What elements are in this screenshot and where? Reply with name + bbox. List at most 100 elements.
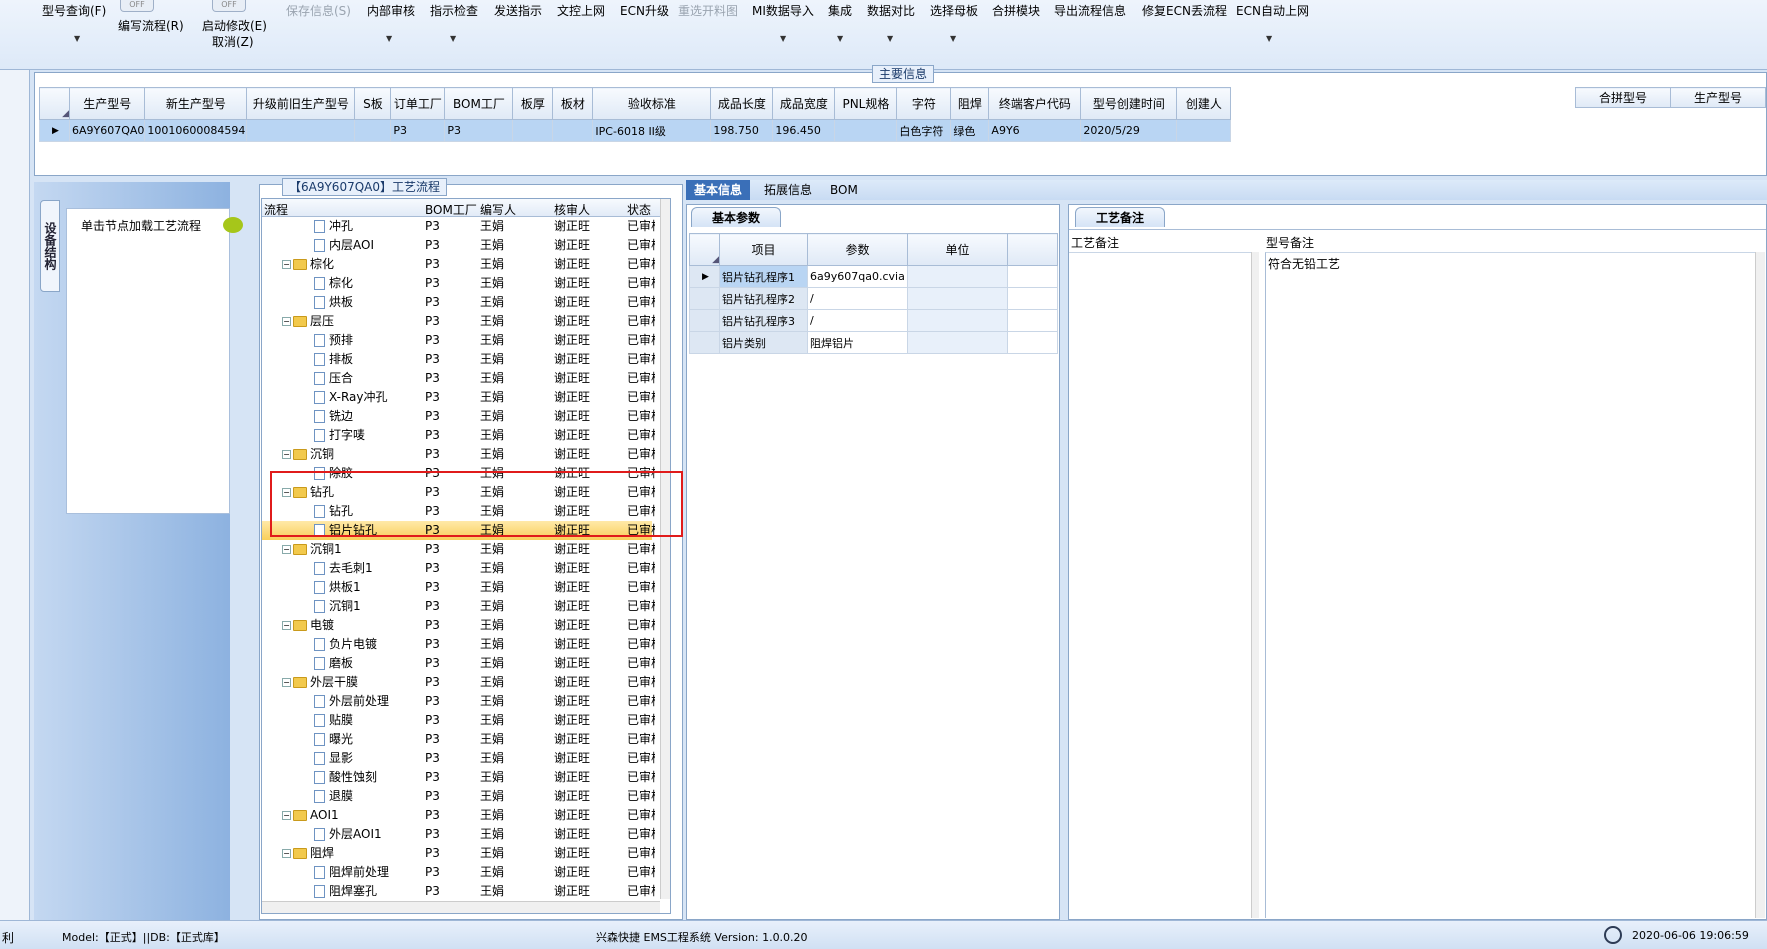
process-note-textarea[interactable] <box>1069 252 1259 918</box>
toolbar-model-query[interactable]: 型号查询(F) <box>42 2 106 19</box>
tree-leaf-node[interactable]: 外层AOI1 P3 王娟 谢正旺 已审核 <box>262 825 655 844</box>
tree-folder-node[interactable]: − AOI1 P3 王娟 谢正旺 已审核 <box>262 806 655 825</box>
column-header[interactable]: 参数 <box>807 233 908 266</box>
tree-leaf-node[interactable]: 去毛刺1 P3 王娟 谢正旺 已审核 <box>262 559 655 578</box>
chevron-down-icon[interactable]: ▼ <box>887 34 893 43</box>
toolbar-write-flow[interactable]: 编写流程(R) <box>118 17 184 34</box>
tree-leaf-node[interactable]: 冲孔 P3 王娟 谢正旺 已审核 <box>262 217 655 236</box>
column-header[interactable]: 单位 <box>907 233 1008 266</box>
table-cell[interactable]: IPC-6018 II级 <box>592 119 712 142</box>
column-header[interactable]: BOM工厂 <box>444 87 514 120</box>
table-cell[interactable] <box>1176 119 1232 142</box>
toolbar-ecn-auto-online[interactable]: ECN自动上网 <box>1236 2 1309 19</box>
tree-header-cell[interactable]: BOM工厂 <box>425 201 477 218</box>
param-unit[interactable] <box>907 287 1008 310</box>
param-item[interactable]: 铝片钻孔程序1 <box>719 265 808 288</box>
column-header[interactable]: 生产型号 <box>68 87 146 120</box>
toolbar-select-mother-board[interactable]: 选择母板 <box>930 2 978 19</box>
tree-folder-node[interactable]: − 沉铜1 P3 王娟 谢正旺 已审核 <box>262 540 655 559</box>
tab-extended-info[interactable]: 拓展信息 <box>756 180 820 200</box>
column-header[interactable]: PNL规格 <box>834 87 898 120</box>
tree-leaf-node[interactable]: X-Ray冲孔 P3 王娟 谢正旺 已审核 <box>262 388 655 407</box>
toolbar-internal-audit[interactable]: 内部审核 <box>367 2 415 19</box>
toggle-switch[interactable]: OFF <box>120 0 154 12</box>
table-cell[interactable]: P3 <box>390 119 446 142</box>
tree-leaf-node[interactable]: 排板 P3 王娟 谢正旺 已审核 <box>262 350 655 369</box>
column-header[interactable]: 板材 <box>552 87 594 120</box>
toolbar-instruction-check[interactable]: 指示检查 <box>430 2 478 19</box>
table-cell[interactable]: 196.450 <box>772 119 836 142</box>
tree-header-cell[interactable]: 核审人 <box>554 201 590 218</box>
toolbar-export-flow[interactable]: 导出流程信息 <box>1054 2 1126 19</box>
toolbar-merge-module[interactable]: 合拼模块 <box>992 2 1040 19</box>
toolbar-save-info[interactable]: 保存信息(S) <box>286 2 351 19</box>
note-scrollbar[interactable] <box>1251 252 1259 918</box>
tree-leaf-node[interactable]: 沉铜1 P3 王娟 谢正旺 已审核 <box>262 597 655 616</box>
chevron-down-icon[interactable]: ▼ <box>386 34 392 43</box>
table-cell[interactable]: A9Y6 <box>988 119 1082 142</box>
toggle-switch[interactable]: OFF <box>212 0 246 12</box>
column-header[interactable]: 合拼型号 <box>1575 87 1671 108</box>
column-header[interactable]: 创建人 <box>1176 87 1232 120</box>
column-header[interactable]: 升级前旧生产型号 <box>246 87 356 120</box>
tree-horizontal-scrollbar[interactable] <box>262 901 660 913</box>
tree-leaf-node[interactable]: 打字唛 P3 王娟 谢正旺 已审核 <box>262 426 655 445</box>
tree-header-cell[interactable]: 流程 <box>264 201 288 218</box>
chevron-down-icon[interactable]: ▼ <box>950 34 956 43</box>
tree-leaf-node[interactable]: 烘板 P3 王娟 谢正旺 已审核 <box>262 293 655 312</box>
tree-leaf-node[interactable]: 负片电镀 P3 王娟 谢正旺 已审核 <box>262 635 655 654</box>
column-header[interactable]: 验收标准 <box>592 87 712 120</box>
expand-toggle-icon[interactable]: − <box>282 811 291 820</box>
expand-toggle-icon[interactable]: − <box>282 260 291 269</box>
tree-header-cell[interactable]: 状态 <box>627 201 651 218</box>
tree-folder-node[interactable]: − 棕化 P3 王娟 谢正旺 已审核 <box>262 255 655 274</box>
tree-leaf-node[interactable]: 显影 P3 王娟 谢正旺 已审核 <box>262 749 655 768</box>
tree-folder-node[interactable]: − 沉铜 P3 王娟 谢正旺 已审核 <box>262 445 655 464</box>
expand-toggle-icon[interactable]: − <box>282 849 291 858</box>
tree-leaf-node[interactable]: 棕化 P3 王娟 谢正旺 已审核 <box>262 274 655 293</box>
column-header[interactable]: 项目 <box>719 233 808 266</box>
table-row[interactable]: ▶ 6A9Y607QA0 10010600084594 P3 P3 IPC-60… <box>39 119 1232 142</box>
param-item[interactable]: 铝片钻孔程序3 <box>719 309 808 332</box>
toolbar-integrate[interactable]: 集成 <box>828 2 852 19</box>
table-row[interactable]: ▶ 铝片钻孔程序1 6a9y607qa0.cvia <box>689 265 1058 288</box>
toolbar-repair-ecn[interactable]: 修复ECN丢流程 <box>1142 2 1227 19</box>
column-header[interactable]: 成品长度 <box>710 87 774 120</box>
expand-toggle-icon[interactable]: − <box>282 545 291 554</box>
tree-leaf-node[interactable]: 磨板 P3 王娟 谢正旺 已审核 <box>262 654 655 673</box>
tree-folder-node[interactable]: − 外层干膜 P3 王娟 谢正旺 已审核 <box>262 673 655 692</box>
param-value[interactable]: 6a9y607qa0.cvia <box>807 265 908 288</box>
column-header[interactable]: 生产型号 <box>1670 87 1766 108</box>
process-notes-title[interactable]: 工艺备注 <box>1075 207 1166 227</box>
chevron-down-icon[interactable]: ▼ <box>780 34 786 43</box>
table-row[interactable]: 铝片钻孔程序3 / <box>689 309 1058 332</box>
param-value[interactable]: / <box>807 287 908 310</box>
table-cell[interactable]: 10010600084594 <box>144 119 248 142</box>
expand-toggle-icon[interactable]: − <box>282 621 291 630</box>
expand-toggle-icon[interactable]: − <box>282 450 291 459</box>
param-item[interactable]: 铝片类别 <box>719 331 808 354</box>
basic-params-title[interactable]: 基本参数 <box>691 207 782 227</box>
tree-vertical-scrollbar[interactable] <box>660 199 670 899</box>
chevron-down-icon[interactable]: ▼ <box>74 34 80 43</box>
model-note-scrollbar[interactable] <box>1755 252 1765 918</box>
vertical-tab-equipment[interactable]: 设备结构 <box>40 200 60 292</box>
column-header[interactable]: 成品宽度 <box>772 87 836 120</box>
tab-bom[interactable]: BOM <box>822 180 866 200</box>
table-cell[interactable]: 白色字符 <box>896 119 952 142</box>
tree-header-cell[interactable]: 编写人 <box>480 201 516 218</box>
tree-leaf-node[interactable]: 压合 P3 王娟 谢正旺 已审核 <box>262 369 655 388</box>
tree-leaf-node[interactable]: 外层前处理 P3 王娟 谢正旺 已审核 <box>262 692 655 711</box>
toolbar-send-instruction[interactable]: 发送指示 <box>494 2 542 19</box>
table-cell[interactable] <box>354 119 392 142</box>
toolbar-doc-online[interactable]: 文控上网 <box>557 2 605 19</box>
param-unit[interactable] <box>907 309 1008 332</box>
toolbar-reselect-cutting[interactable]: 重选开料图 <box>678 2 738 19</box>
table-cell[interactable] <box>512 119 554 142</box>
table-cell[interactable]: 6A9Y607QA0 <box>68 119 146 142</box>
table-cell[interactable]: P3 <box>444 119 514 142</box>
toolbar-start-modify[interactable]: 启动修改(E) <box>202 17 267 34</box>
tree-folder-node[interactable]: − 层压 P3 王娟 谢正旺 已审核 <box>262 312 655 331</box>
param-item[interactable]: 铝片钻孔程序2 <box>719 287 808 310</box>
param-value[interactable]: / <box>807 309 908 332</box>
